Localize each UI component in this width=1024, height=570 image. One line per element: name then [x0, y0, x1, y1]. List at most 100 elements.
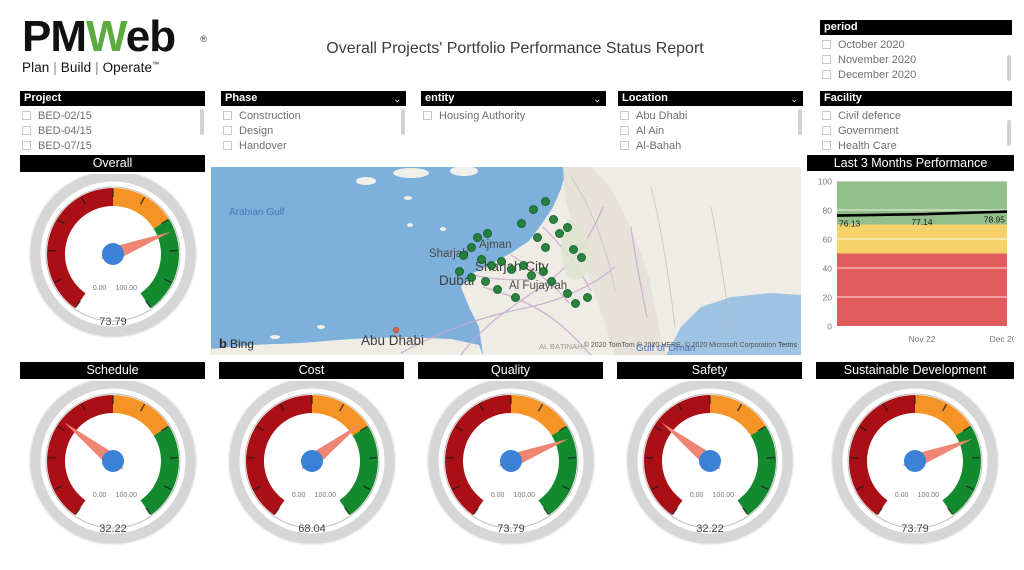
slicer-phase-header[interactable]: Phase ⌄	[221, 91, 406, 106]
slicer-period-header[interactable]: period	[820, 20, 1012, 35]
scrollbar-thumb[interactable]	[1007, 120, 1011, 146]
chevron-down-icon[interactable]: ⌄	[790, 93, 798, 106]
slicer-project[interactable]: Project BED-02/15 BED-04/15 BED-07/15	[20, 91, 205, 156]
slicer-period[interactable]: period October 2020 November 2020 Decemb…	[820, 20, 1012, 85]
map-marker[interactable]	[487, 261, 496, 270]
slicer-option[interactable]: Design	[221, 123, 406, 138]
pmweb-logo: PMWeb ® Plan | Build | Operate™	[22, 15, 212, 76]
slicer-option[interactable]: Construction	[221, 108, 406, 123]
map-marker[interactable]	[541, 197, 550, 206]
map-marker[interactable]	[529, 205, 538, 214]
checkbox-icon[interactable]	[22, 111, 31, 120]
slicer-option[interactable]: Government	[820, 123, 1012, 138]
checkbox-icon[interactable]	[822, 111, 831, 120]
map-marker[interactable]	[467, 273, 476, 282]
slicer-facility-header[interactable]: Facility	[820, 91, 1012, 106]
scrollbar-thumb[interactable]	[200, 109, 204, 135]
map-label-arabian-gulf: Arabian Gulf	[229, 207, 285, 218]
slicer-phase[interactable]: Phase ⌄ Construction Design Handover	[221, 91, 406, 156]
svg-text:60: 60	[823, 235, 833, 245]
project-locations-map[interactable]: Arabian Gulf Sharjah Ajman Sharjah City …	[211, 167, 801, 355]
slicer-option[interactable]: BED-02/15	[20, 108, 205, 123]
map-marker[interactable]	[473, 233, 482, 242]
slicer-option[interactable]: November 2020	[820, 52, 1012, 67]
map-marker[interactable]	[549, 215, 558, 224]
slicer-option[interactable]: Health Care	[820, 138, 1012, 153]
map-marker[interactable]	[511, 293, 520, 302]
slicer-option-label: Government	[838, 124, 899, 137]
map-marker[interactable]	[539, 267, 548, 276]
slicer-option[interactable]: Abu Dhabi	[618, 108, 803, 123]
map-marker[interactable]	[467, 243, 476, 252]
checkbox-icon[interactable]	[423, 111, 432, 120]
checkbox-icon[interactable]	[822, 126, 831, 135]
slicer-option[interactable]: Handover	[221, 138, 406, 153]
map-marker[interactable]	[459, 251, 468, 260]
map-terms-link[interactable]: Terms	[778, 342, 797, 349]
map-marker[interactable]	[569, 245, 578, 254]
slicer-option[interactable]: October 2020	[820, 37, 1012, 52]
checkbox-icon[interactable]	[620, 126, 629, 135]
checkbox-icon[interactable]	[22, 141, 31, 150]
checkbox-icon[interactable]	[620, 141, 629, 150]
map-marker[interactable]	[455, 267, 464, 276]
map-marker[interactable]	[507, 265, 516, 274]
map-marker[interactable]	[533, 233, 542, 242]
checkbox-icon[interactable]	[822, 141, 831, 150]
chart-canvas: 0 20 40 60 80 100 76.13 77.14 78.95 Nov 22 Dec 20	[818, 177, 1014, 345]
svg-text:100.00: 100.00	[514, 492, 536, 499]
map-marker[interactable]	[563, 223, 572, 232]
scrollbar-thumb[interactable]	[1007, 55, 1011, 81]
bing-logo[interactable]: b Bing	[219, 336, 254, 351]
map-marker[interactable]	[477, 255, 486, 264]
slicer-entity[interactable]: entity ⌄ Housing Authority	[421, 91, 606, 156]
slicer-option[interactable]: Al Ain	[618, 123, 803, 138]
map-marker[interactable]	[519, 261, 528, 270]
map-marker[interactable]	[577, 253, 586, 262]
slicer-option[interactable]: BED-04/15	[20, 123, 205, 138]
map-marker[interactable]	[563, 289, 572, 298]
checkbox-icon[interactable]	[223, 111, 232, 120]
slicer-option[interactable]: Civil defence	[820, 108, 1012, 123]
map-marker[interactable]	[583, 293, 592, 302]
slicer-project-header[interactable]: Project	[20, 91, 205, 106]
map-marker[interactable]	[541, 243, 550, 252]
map-marker[interactable]	[483, 229, 492, 238]
tagline-plan: Plan	[22, 60, 50, 75]
card-header-sustainable-development: Sustainable Development	[816, 362, 1014, 379]
checkbox-icon[interactable]	[620, 111, 629, 120]
slicer-option[interactable]: December 2020	[820, 67, 1012, 82]
chevron-down-icon[interactable]: ⌄	[393, 93, 401, 106]
map-marker[interactable]	[497, 257, 506, 266]
checkbox-icon[interactable]	[223, 126, 232, 135]
map-marker[interactable]	[555, 229, 564, 238]
checkbox-icon[interactable]	[223, 141, 232, 150]
slicer-entity-header[interactable]: entity ⌄	[421, 91, 606, 106]
slicer-location[interactable]: Location ⌄ Abu Dhabi Al Ain Al-Bahah	[618, 91, 803, 156]
map-marker[interactable]	[547, 277, 556, 286]
checkbox-icon[interactable]	[22, 126, 31, 135]
svg-text:0.00: 0.00	[491, 492, 505, 499]
scrollbar-thumb[interactable]	[401, 109, 405, 135]
slicer-option-label: November 2020	[838, 53, 917, 66]
slicer-option[interactable]: Housing Authority	[421, 108, 606, 123]
map-marker[interactable]	[481, 277, 490, 286]
checkbox-icon[interactable]	[822, 70, 831, 79]
gauge-value: 68.04	[298, 523, 326, 535]
checkbox-icon[interactable]	[822, 55, 831, 64]
slicer-option[interactable]: Al-Bahah	[618, 138, 803, 153]
slicer-location-body: Abu Dhabi Al Ain Al-Bahah	[618, 106, 803, 156]
map-marker-abu-dhabi[interactable]	[393, 327, 399, 333]
map-marker[interactable]	[571, 299, 580, 308]
map-marker[interactable]	[517, 219, 526, 228]
slicer-project-title: Project	[24, 92, 62, 104]
slicer-option[interactable]: BED-07/15	[20, 138, 205, 153]
map-marker[interactable]	[493, 285, 502, 294]
svg-text:Nov 22: Nov 22	[909, 334, 936, 344]
scrollbar-thumb[interactable]	[798, 109, 802, 135]
checkbox-icon[interactable]	[822, 40, 831, 49]
slicer-facility[interactable]: Facility Civil defence Government Health…	[820, 91, 1012, 156]
map-marker[interactable]	[527, 271, 536, 280]
chevron-down-icon[interactable]: ⌄	[593, 93, 601, 106]
slicer-location-header[interactable]: Location ⌄	[618, 91, 803, 106]
